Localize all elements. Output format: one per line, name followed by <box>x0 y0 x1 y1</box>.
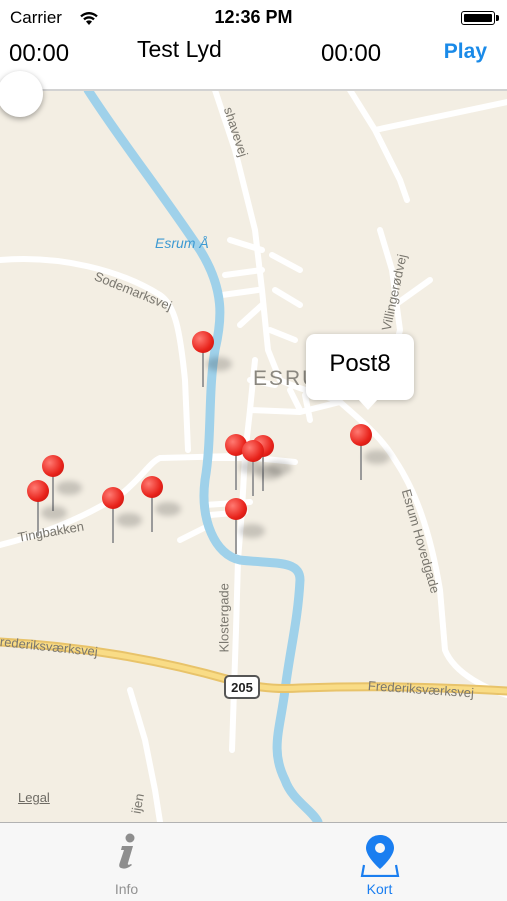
tab-kort-label: Kort <box>366 881 393 897</box>
track-title: Test Lyd <box>137 36 222 62</box>
map-view[interactable]: Esrum Å ESRU Sodemarksvej Tingbakken Klo… <box>0 90 507 822</box>
elapsed-time: 00:00 <box>9 40 70 67</box>
pin-icon <box>192 331 214 353</box>
tab-info-label: Info <box>114 881 139 897</box>
battery-icon <box>461 11 499 25</box>
pin-icon <box>102 487 124 509</box>
map-pin[interactable] <box>242 440 282 500</box>
status-bar: Carrier 12:36 PM <box>0 0 507 36</box>
pin-icon <box>27 480 49 502</box>
map-pin[interactable] <box>27 480 67 540</box>
map-pin[interactable] <box>141 476 181 536</box>
pin-icon <box>242 440 264 462</box>
callout-title: Post8 <box>329 350 391 377</box>
clock-time: 12:36 PM <box>214 7 293 27</box>
map-pin-post8[interactable] <box>350 424 390 484</box>
audio-player-bar: 00:00 Test Lyd 00:00 Play <box>0 36 507 91</box>
river-label: Esrum Å <box>155 235 209 251</box>
map-pin[interactable] <box>225 498 265 558</box>
pin-icon <box>225 498 247 520</box>
tab-info[interactable]: Info <box>0 823 253 901</box>
pin-icon <box>141 476 163 498</box>
tab-kort[interactable]: Kort <box>253 823 506 901</box>
legal-link[interactable]: Legal <box>18 790 50 805</box>
progress-slider-track[interactable] <box>0 89 507 91</box>
duration-time: 00:00 <box>321 40 382 67</box>
play-button[interactable]: Play <box>444 40 487 64</box>
pin-callout[interactable]: Post8 <box>306 334 414 410</box>
route-205-shield: 205 <box>224 675 260 699</box>
map-pin[interactable] <box>192 331 232 391</box>
pin-icon <box>42 455 64 477</box>
info-icon <box>118 833 134 869</box>
road-label-klostergade: Klostergade <box>216 583 232 653</box>
map-pin-icon <box>360 835 399 877</box>
map-pin[interactable] <box>102 487 142 547</box>
pin-icon <box>350 424 372 446</box>
tab-bar: Info Kort <box>0 822 507 901</box>
